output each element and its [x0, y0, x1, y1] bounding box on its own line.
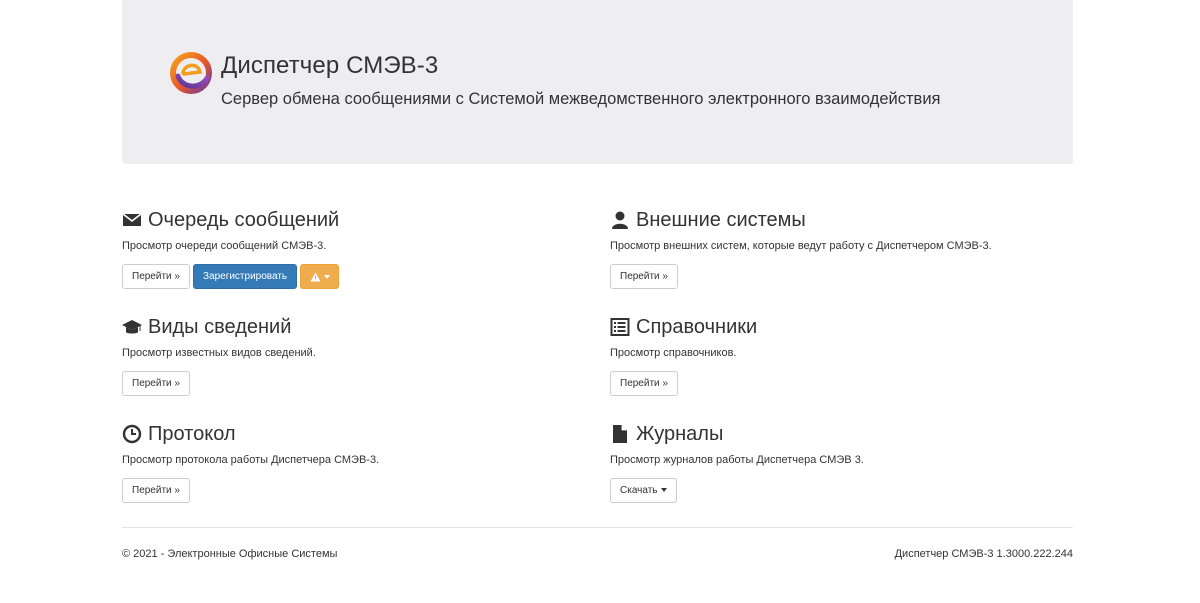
- app-subtitle: Сервер обмена сообщениями с Системой меж…: [221, 90, 941, 108]
- go-button[interactable]: Перейти »: [610, 264, 678, 289]
- section-logs: Журналы Просмотр журналов работы Диспетч…: [610, 420, 1080, 503]
- eos-logo-icon: [170, 52, 212, 94]
- section-description: Просмотр очереди сообщений СМЭВ-3.: [122, 240, 327, 252]
- section-description: Просмотр внешних систем, которые ведут р…: [610, 240, 992, 252]
- section-message-queue: Очередь сообщений Просмотр очереди сообщ…: [122, 206, 592, 289]
- warning-icon: [310, 272, 321, 281]
- section-title: Журналы: [636, 422, 724, 445]
- section-external-systems: Внешние системы Просмотр внешних систем,…: [610, 206, 1080, 289]
- download-dropdown-button[interactable]: Скачать: [610, 478, 677, 503]
- envelope-icon: [122, 210, 142, 230]
- clock-icon: [122, 424, 142, 444]
- section-description: Просмотр протокола работы Диспетчера СМЭ…: [122, 454, 380, 466]
- section-reference-books: Справочники Просмотр справочников. Перей…: [610, 313, 1080, 396]
- footer-divider: [122, 527, 1073, 528]
- section-description: Просмотр известных видов сведений.: [122, 347, 316, 359]
- app-title: Диспетчер СМЭВ-3: [221, 52, 439, 79]
- footer-copyright: © 2021 - Электронные Офисные Системы: [122, 548, 338, 560]
- warning-dropdown-button[interactable]: [300, 264, 340, 289]
- section-title: Протокол: [148, 422, 236, 445]
- go-button[interactable]: Перейти »: [122, 371, 190, 396]
- go-button[interactable]: Перейти »: [122, 264, 190, 289]
- file-icon: [610, 424, 630, 444]
- footer-version: Диспетчер СМЭВ-3 1.3000.222.244: [894, 548, 1073, 560]
- section-title: Очередь сообщений: [148, 208, 340, 231]
- section-title: Справочники: [636, 315, 758, 338]
- download-label: Скачать: [620, 485, 658, 496]
- section-title: Внешние системы: [636, 208, 806, 231]
- graduation-cap-icon: [122, 317, 142, 337]
- section-description: Просмотр справочников.: [610, 347, 737, 359]
- caret-down-icon: [323, 274, 330, 279]
- caret-down-icon: [660, 488, 667, 493]
- list-alt-icon: [610, 317, 630, 337]
- user-icon: [610, 210, 630, 230]
- section-information-kinds: Виды сведений Просмотр известных видов с…: [122, 313, 592, 396]
- register-button[interactable]: Зарегистрировать: [192, 264, 298, 289]
- go-button[interactable]: Перейти »: [122, 478, 190, 503]
- go-button[interactable]: Перейти »: [610, 371, 678, 396]
- section-title: Виды сведений: [148, 315, 292, 338]
- section-description: Просмотр журналов работы Диспетчера СМЭВ…: [610, 454, 864, 466]
- header-jumbotron: Диспетчер СМЭВ-3 Сервер обмена сообщения…: [122, 0, 1073, 164]
- section-protocol: Протокол Просмотр протокола работы Диспе…: [122, 420, 592, 503]
